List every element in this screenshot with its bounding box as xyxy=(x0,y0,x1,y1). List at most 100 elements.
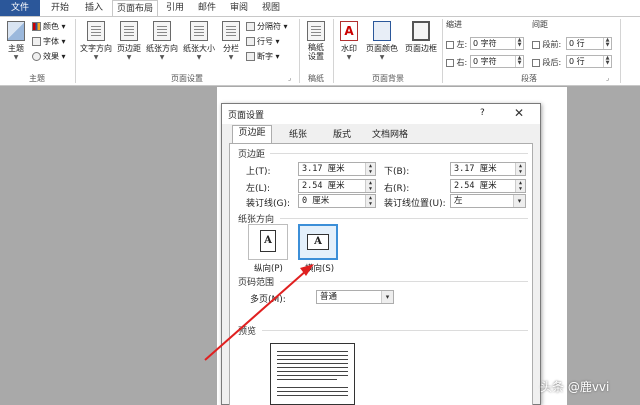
margins-section-label: 页边距 xyxy=(238,150,266,160)
group-label-theme: 主题 xyxy=(29,74,45,83)
theme-effects-button[interactable]: 效果 ▾ xyxy=(32,50,66,63)
tab-view[interactable]: 视图 xyxy=(256,0,286,16)
page-color-button[interactable]: 页面颜色 ▼ xyxy=(363,19,401,69)
bottom-margin-input[interactable]: 3.17 厘米 ▲ ▼ xyxy=(450,162,526,176)
group-separator xyxy=(442,19,443,83)
draft-paper-icon xyxy=(307,21,325,41)
spacing-before-label: 段前: xyxy=(532,39,561,50)
portrait-page-icon: A xyxy=(260,230,276,252)
page-borders-button[interactable]: 页面边框 xyxy=(402,19,440,69)
dialog-title: 页面设置 xyxy=(228,111,265,121)
left-margin-label: 左(L): xyxy=(246,184,271,194)
dialog-titlebar[interactable]: 页面设置 ? ✕ xyxy=(222,104,540,124)
spin-arrows-icon[interactable]: ▲ ▼ xyxy=(365,163,375,175)
preview-line xyxy=(277,391,348,392)
spin-arrows-icon[interactable]: ▲ ▼ xyxy=(515,38,523,49)
close-icon[interactable]: ✕ xyxy=(514,106,524,120)
gutter-position-label: 装订线位置(U): xyxy=(384,199,446,209)
line-numbers-icon xyxy=(246,37,255,46)
gutter-position-select[interactable]: 左 ▾ xyxy=(450,194,526,208)
help-icon[interactable]: ? xyxy=(480,108,485,118)
page-color-icon xyxy=(373,21,391,41)
tab-mailings[interactable]: 邮件 xyxy=(192,0,222,16)
size-button[interactable]: 纸张大小 ▼ xyxy=(181,19,217,69)
hyphenation-icon xyxy=(246,52,255,61)
group-separator xyxy=(333,19,334,83)
dialog-tab-paper[interactable]: 纸张 xyxy=(282,128,314,143)
spin-arrows-icon[interactable]: ▲ ▼ xyxy=(515,163,525,175)
landscape-page-icon: A xyxy=(307,234,329,250)
group-label-background: 页面背景 xyxy=(372,74,404,83)
tab-file[interactable]: 文件 xyxy=(0,0,40,16)
chevron-down-icon[interactable]: ▾ xyxy=(513,195,525,207)
chevron-down-icon[interactable]: ▾ xyxy=(381,291,393,303)
spin-arrows-icon[interactable]: ▲ ▼ xyxy=(515,180,525,192)
chevron-down-icon: ▼ xyxy=(228,54,234,61)
chevron-down-icon: ▼ xyxy=(196,54,202,61)
text-direction-icon xyxy=(87,21,105,41)
indent-right-input[interactable]: 0 字符 ▲ ▼ xyxy=(470,55,524,68)
landscape-label: 横向(S) xyxy=(305,264,335,274)
tab-references[interactable]: 引用 xyxy=(160,0,190,16)
spacing-after-label: 段后: xyxy=(532,57,561,68)
multiple-pages-select[interactable]: 普通 ▾ xyxy=(316,290,394,304)
chevron-down-icon: ▼ xyxy=(159,54,165,61)
portrait-option[interactable]: A xyxy=(248,224,288,260)
orientation-icon xyxy=(153,21,171,41)
theme-colors-button[interactable]: 颜色 ▾ xyxy=(32,20,66,33)
spin-arrows-icon[interactable]: ▲ ▼ xyxy=(515,56,523,67)
right-margin-input[interactable]: 2.54 厘米 ▲ ▼ xyxy=(450,179,526,193)
preview-page xyxy=(270,343,355,405)
tab-home[interactable]: 开始 xyxy=(44,0,76,16)
draft-paper-button[interactable]: 稿纸 设置 xyxy=(302,19,330,69)
indent-title: 缩进 xyxy=(446,20,462,29)
spin-arrows-icon[interactable]: ▲ ▼ xyxy=(603,56,611,67)
indent-left-icon xyxy=(446,40,454,49)
chevron-down-icon: ▼ xyxy=(379,54,385,61)
theme-fonts-button[interactable]: 字体 ▾ xyxy=(32,35,66,48)
group-label-draft: 稿纸 xyxy=(308,74,324,83)
section-divider xyxy=(270,153,528,154)
preview-line xyxy=(277,387,348,388)
colors-icon xyxy=(32,22,41,31)
watermark-button[interactable]: A 水印 ▼ xyxy=(336,19,362,69)
text-direction-button[interactable]: 文字方向 ▼ xyxy=(78,19,114,69)
pages-section-label: 页码范围 xyxy=(238,278,275,288)
preview-line xyxy=(277,371,348,372)
columns-button[interactable]: 分栏 ▼ xyxy=(219,19,243,69)
dialog-tab-layout[interactable]: 版式 xyxy=(326,128,358,143)
watermark-text: 头条 @鹿vvi xyxy=(540,380,610,394)
gutter-input[interactable]: 0 厘米 ▲ ▼ xyxy=(298,194,376,208)
page-setup-launcher-icon[interactable]: ⌟ xyxy=(288,74,291,82)
margins-button[interactable]: 页边距 ▼ xyxy=(115,19,143,69)
line-numbers-button[interactable]: 行号 ▾ xyxy=(246,35,280,48)
tab-insert[interactable]: 插入 xyxy=(78,0,110,16)
fonts-icon xyxy=(32,37,41,46)
preview-line xyxy=(277,367,348,368)
margins-icon xyxy=(120,21,138,41)
hyphenation-button[interactable]: 断字 ▾ xyxy=(246,50,280,63)
breaks-icon xyxy=(246,22,255,31)
ribbon: 主题 ▼ 颜色 ▾ 字体 ▾ 效果 ▾ 主题 文字方向 ▼ 页边距 ▼ 纸张方向… xyxy=(0,16,640,86)
tab-review[interactable]: 审阅 xyxy=(224,0,254,16)
tab-page-layout[interactable]: 页面布局 xyxy=(112,0,158,17)
top-margin-input[interactable]: 3.17 厘米 ▲ ▼ xyxy=(298,162,376,176)
paragraph-launcher-icon[interactable]: ⌟ xyxy=(606,74,609,82)
breaks-button[interactable]: 分隔符 ▾ xyxy=(246,20,288,33)
left-margin-input[interactable]: 2.54 厘米 ▲ ▼ xyxy=(298,179,376,193)
spin-arrows-icon[interactable]: ▲ ▼ xyxy=(365,180,375,192)
dialog-tab-doc-grid[interactable]: 文档网格 xyxy=(366,128,414,143)
dialog-tab-margins[interactable]: 页边距 xyxy=(232,125,272,143)
orientation-button[interactable]: 纸张方向 ▼ xyxy=(144,19,180,69)
spin-arrows-icon[interactable]: ▲ ▼ xyxy=(603,38,611,49)
spacing-before-input[interactable]: 0 行 ▲ ▼ xyxy=(566,37,612,50)
effects-icon xyxy=(32,52,41,61)
themes-button[interactable]: 主题 ▼ xyxy=(3,19,29,69)
indent-left-input[interactable]: 0 字符 ▲ ▼ xyxy=(470,37,524,50)
spacing-after-input[interactable]: 0 行 ▲ ▼ xyxy=(566,55,612,68)
preview-line xyxy=(277,395,348,396)
bottom-margin-label: 下(B): xyxy=(384,167,410,177)
group-separator xyxy=(620,19,621,83)
spin-arrows-icon[interactable]: ▲ ▼ xyxy=(365,195,375,207)
landscape-option[interactable]: A xyxy=(298,224,338,260)
